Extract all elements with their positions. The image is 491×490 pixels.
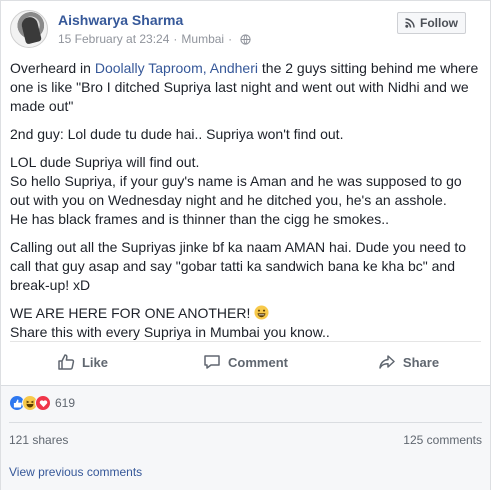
rss-icon <box>405 18 415 28</box>
p3-line-2: So hello Supriya, if your guy's name is … <box>10 173 462 208</box>
post-meta: 15 February at 23:24 · Mumbai · <box>58 32 251 46</box>
avatar[interactable] <box>10 10 48 48</box>
stats-divider <box>9 422 482 423</box>
love-reaction-icon <box>35 395 51 411</box>
like-button[interactable]: Like <box>1 344 164 380</box>
actions-divider <box>10 341 481 342</box>
view-previous-comments-link[interactable]: View previous comments <box>9 465 142 479</box>
p3-line-3: He has black frames and is thinner than … <box>10 211 389 227</box>
p5-line-2: Share this with every Supriya in Mumbai … <box>10 324 330 340</box>
follow-label: Follow <box>420 16 458 30</box>
post-location[interactable]: Mumbai <box>181 32 224 46</box>
p3-line-1: LOL dude Supriya will find out. <box>10 154 200 170</box>
thumbs-up-icon <box>58 354 75 370</box>
globe-icon[interactable] <box>240 33 251 45</box>
speech-bubble-icon <box>204 355 220 369</box>
action-bar: Like Comment Share <box>1 344 490 380</box>
post-text: Overheard in Doolally Taproom, Andheri t… <box>10 59 485 351</box>
paragraph-2: 2nd guy: Lol dude tu dude hai.. Supriya … <box>10 126 344 142</box>
place-link[interactable]: Doolally Taproom, Andheri <box>95 60 258 76</box>
post-date[interactable]: 15 February at 23:24 <box>58 32 169 46</box>
share-arrow-icon <box>379 355 395 369</box>
meta-separator-2: · <box>228 32 233 46</box>
paragraph-1: Overheard in Doolally Taproom, Andheri t… <box>10 59 485 116</box>
follow-button[interactable]: Follow <box>397 12 466 34</box>
p1-prefix: Overheard in <box>10 60 95 76</box>
paragraph-4: Calling out all the Supriyas jinke bf ka… <box>10 239 467 293</box>
paragraph-5: WE ARE HERE FOR ONE ANOTHER! Share this … <box>10 304 485 342</box>
engagement-section: 619 121 shares 125 comments View previou… <box>1 385 490 490</box>
p5-line-1: WE ARE HERE FOR ONE ANOTHER! <box>10 305 255 321</box>
comment-button[interactable]: Comment <box>164 344 327 380</box>
avatar-figure <box>20 15 42 45</box>
share-label: Share <box>402 354 440 370</box>
like-label: Like <box>81 354 108 370</box>
comment-label: Comment <box>228 354 288 370</box>
share-button[interactable]: Share <box>327 344 490 380</box>
comments-count[interactable]: 125 comments <box>403 433 482 447</box>
paragraph-3: LOL dude Supriya will find out. So hello… <box>10 153 485 229</box>
author-name[interactable]: Aishwarya Sharma <box>58 12 183 28</box>
post-card: Aishwarya Sharma 15 February at 23:24 · … <box>0 0 491 490</box>
reaction-count: 619 <box>55 396 76 410</box>
shares-count[interactable]: 121 shares <box>9 433 68 447</box>
meta-separator: · <box>173 32 178 46</box>
post-header: Aishwarya Sharma 15 February at 23:24 · … <box>1 1 490 53</box>
reaction-summary[interactable]: 619 <box>9 395 75 411</box>
smiley-icon <box>254 305 269 320</box>
